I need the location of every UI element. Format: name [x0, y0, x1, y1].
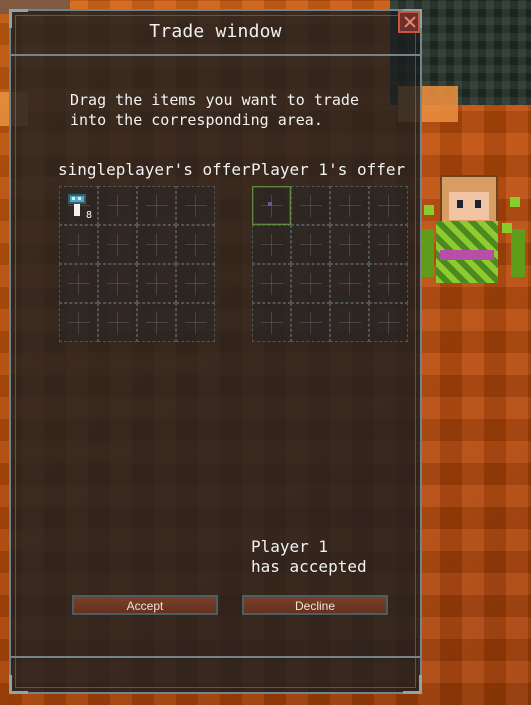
offer-slot[interactable] [369, 225, 408, 264]
avatar-right-eye [475, 200, 481, 208]
offer-slot[interactable] [176, 264, 215, 303]
offer-slot[interactable] [291, 225, 330, 264]
offer-slot[interactable] [98, 225, 137, 264]
offer-slot[interactable] [330, 186, 369, 225]
offer-slot[interactable] [176, 186, 215, 225]
window-footer-ornament [11, 656, 420, 692]
offer-slot[interactable] [330, 303, 369, 342]
offer-slot[interactable] [369, 264, 408, 303]
player-avatar [420, 175, 525, 292]
offer-slot[interactable] [176, 225, 215, 264]
offer-slot[interactable] [137, 303, 176, 342]
offer-slot[interactable] [137, 186, 176, 225]
offer-slot[interactable] [59, 264, 98, 303]
game-scene: Trade window Drag the items you want to … [0, 0, 531, 705]
decline-button[interactable]: Decline [242, 595, 388, 615]
player1-offer-grid [252, 186, 408, 342]
offer-slot[interactable] [252, 225, 291, 264]
offer-slot[interactable] [330, 225, 369, 264]
leaf-decoration [424, 205, 434, 215]
offer-slot[interactable] [59, 225, 98, 264]
offer-slot[interactable] [176, 303, 215, 342]
avatar-left-eye [457, 200, 463, 208]
offer-slot[interactable] [252, 264, 291, 303]
offer-slot[interactable] [330, 264, 369, 303]
offer-slot[interactable] [291, 186, 330, 225]
avatar-belt [440, 250, 494, 260]
left-offer-label: singleplayer's offer [58, 160, 251, 179]
right-offer-label: Player 1's offer [251, 160, 406, 179]
offer-slot[interactable] [252, 303, 291, 342]
window-titlebar: Trade window [11, 11, 420, 56]
small-purple-item-icon [268, 202, 272, 206]
offer-slot[interactable] [137, 225, 176, 264]
offer-slot[interactable] [59, 303, 98, 342]
item-count: 8 [85, 210, 92, 221]
accept-button[interactable]: Accept [72, 595, 218, 615]
offer-slot[interactable] [291, 303, 330, 342]
offer-slot[interactable] [369, 186, 408, 225]
trade-status: Player 1 has accepted [251, 537, 367, 576]
offer-slot[interactable] [291, 264, 330, 303]
offer-slot[interactable] [98, 303, 137, 342]
trade-instructions: Drag the items you want to trade into th… [70, 91, 359, 129]
offer-slot[interactable] [252, 186, 291, 225]
offer-slot[interactable] [98, 264, 137, 303]
offer-slot[interactable] [137, 264, 176, 303]
avatar-face [449, 192, 489, 220]
window-title: Trade window [149, 21, 282, 42]
trade-window: Trade window Drag the items you want to … [9, 9, 422, 694]
avatar-right-arm [511, 229, 525, 277]
leaf-decoration [502, 223, 512, 233]
mushroom-icon[interactable] [68, 194, 86, 218]
avatar-left-arm [420, 229, 434, 277]
offer-slot[interactable]: 8 [59, 186, 98, 225]
offer-slot[interactable] [369, 303, 408, 342]
offer-slot[interactable] [98, 186, 137, 225]
singleplayer-offer-grid: 8 [59, 186, 215, 342]
leaf-decoration [510, 197, 520, 207]
close-button[interactable] [398, 11, 420, 33]
